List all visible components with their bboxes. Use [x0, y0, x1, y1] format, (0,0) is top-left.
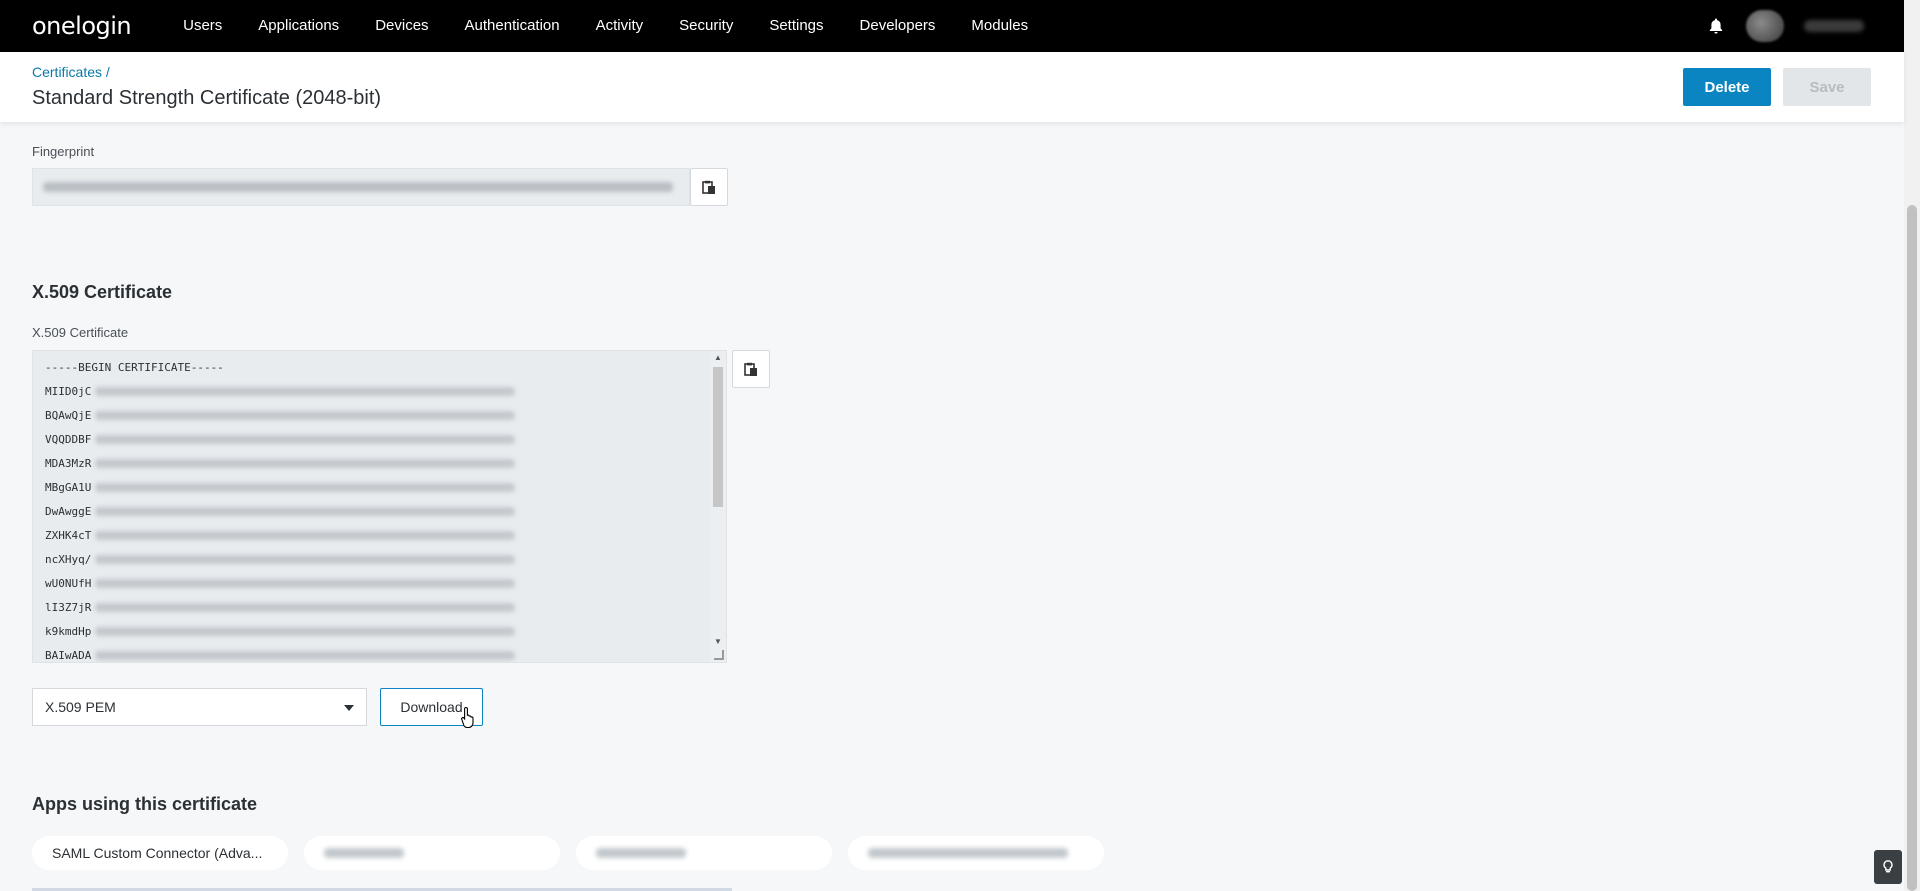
- app-chip[interactable]: SAML Custom Connector (Adva...: [32, 836, 288, 870]
- scroll-down-arrow-icon[interactable]: ▼: [714, 637, 722, 646]
- nav-item-security[interactable]: Security: [661, 0, 751, 52]
- help-lightbulb-button[interactable]: [1874, 850, 1902, 884]
- hand-pointer-cursor-icon: [461, 706, 474, 728]
- user-name-redacted[interactable]: [1804, 20, 1864, 32]
- nav-item-modules[interactable]: Modules: [953, 0, 1046, 52]
- cert-line: ZXHK4cT: [45, 523, 516, 547]
- cert-line: MDA3MzR: [45, 451, 516, 475]
- onelogin-logo[interactable]: onelogin: [32, 12, 132, 40]
- certificate-scroll-thumb[interactable]: [713, 367, 723, 507]
- certificate-textarea[interactable]: -----BEGIN CERTIFICATE----- MIID0jC BQAw…: [32, 350, 727, 663]
- cert-line: ncXHyq/: [45, 547, 516, 571]
- copy-fingerprint-button[interactable]: [690, 168, 728, 206]
- cert-line: MBgGA1U: [45, 475, 516, 499]
- page-scrollbar[interactable]: [1904, 0, 1920, 891]
- page-header: Certificates / Standard Strength Certifi…: [0, 52, 1904, 122]
- save-button[interactable]: Save: [1783, 68, 1871, 106]
- copy-certificate-button[interactable]: [732, 350, 770, 388]
- app-chip-redacted[interactable]: [576, 836, 832, 870]
- cert-line: BAIwADA: [45, 643, 516, 662]
- user-avatar[interactable]: [1746, 10, 1784, 42]
- chevron-down-icon: [344, 705, 354, 711]
- nav-user-area: [1706, 0, 1864, 52]
- nav-item-developers[interactable]: Developers: [842, 0, 954, 52]
- nav-item-activity[interactable]: Activity: [578, 0, 662, 52]
- cert-line: lI3Z7jR: [45, 595, 516, 619]
- app-chip-redacted[interactable]: [848, 836, 1104, 870]
- nav-item-authentication[interactable]: Authentication: [447, 0, 578, 52]
- app-chip-redacted[interactable]: [304, 836, 560, 870]
- app-chip-label: SAML Custom Connector (Adva...: [52, 845, 263, 861]
- clipboard-icon: [744, 362, 757, 376]
- cert-line: -----BEGIN CERTIFICATE-----: [45, 360, 224, 374]
- x509-section-title: X.509 Certificate: [32, 282, 173, 302]
- nav-menu: Users Applications Devices Authenticatio…: [165, 0, 1046, 52]
- cert-line: DwAwggE: [45, 499, 516, 523]
- fingerprint-value-redacted: [43, 182, 673, 192]
- cert-line: VQQDDBF: [45, 427, 516, 451]
- fingerprint-label: Fingerprint: [32, 144, 95, 159]
- nav-item-settings[interactable]: Settings: [751, 0, 841, 52]
- format-selected-value: X.509 PEM: [45, 699, 116, 715]
- resize-handle-icon[interactable]: [714, 650, 724, 660]
- nav-item-applications[interactable]: Applications: [240, 0, 357, 52]
- cert-line: MIID0jC: [45, 379, 516, 403]
- cert-line: BQAwQjE: [45, 403, 516, 427]
- page-scroll-thumb[interactable]: [1907, 205, 1917, 891]
- cert-line: k9kmdHp: [45, 619, 516, 643]
- x509-field-label: X.509 Certificate: [32, 325, 129, 340]
- apps-section-title: Apps using this certificate: [32, 794, 258, 814]
- cert-line: wU0NUfH: [45, 571, 516, 595]
- certificate-format-select[interactable]: X.509 PEM: [32, 688, 367, 726]
- nav-item-devices[interactable]: Devices: [357, 0, 446, 52]
- scroll-up-arrow-icon[interactable]: ▲: [714, 353, 722, 362]
- lightbulb-icon: [1883, 860, 1893, 873]
- breadcrumb-certificates[interactable]: Certificates /: [32, 64, 110, 80]
- clipboard-icon: [702, 180, 715, 194]
- certificate-scrollbar[interactable]: ▲ ▼: [710, 351, 726, 662]
- notification-bell-icon[interactable]: [1706, 16, 1726, 36]
- top-nav: onelogin Users Applications Devices Auth…: [0, 0, 1904, 52]
- nav-item-users[interactable]: Users: [165, 0, 240, 52]
- fingerprint-field[interactable]: [32, 168, 690, 206]
- delete-button[interactable]: Delete: [1683, 68, 1771, 106]
- page-title: Standard Strength Certificate (2048-bit): [32, 87, 382, 109]
